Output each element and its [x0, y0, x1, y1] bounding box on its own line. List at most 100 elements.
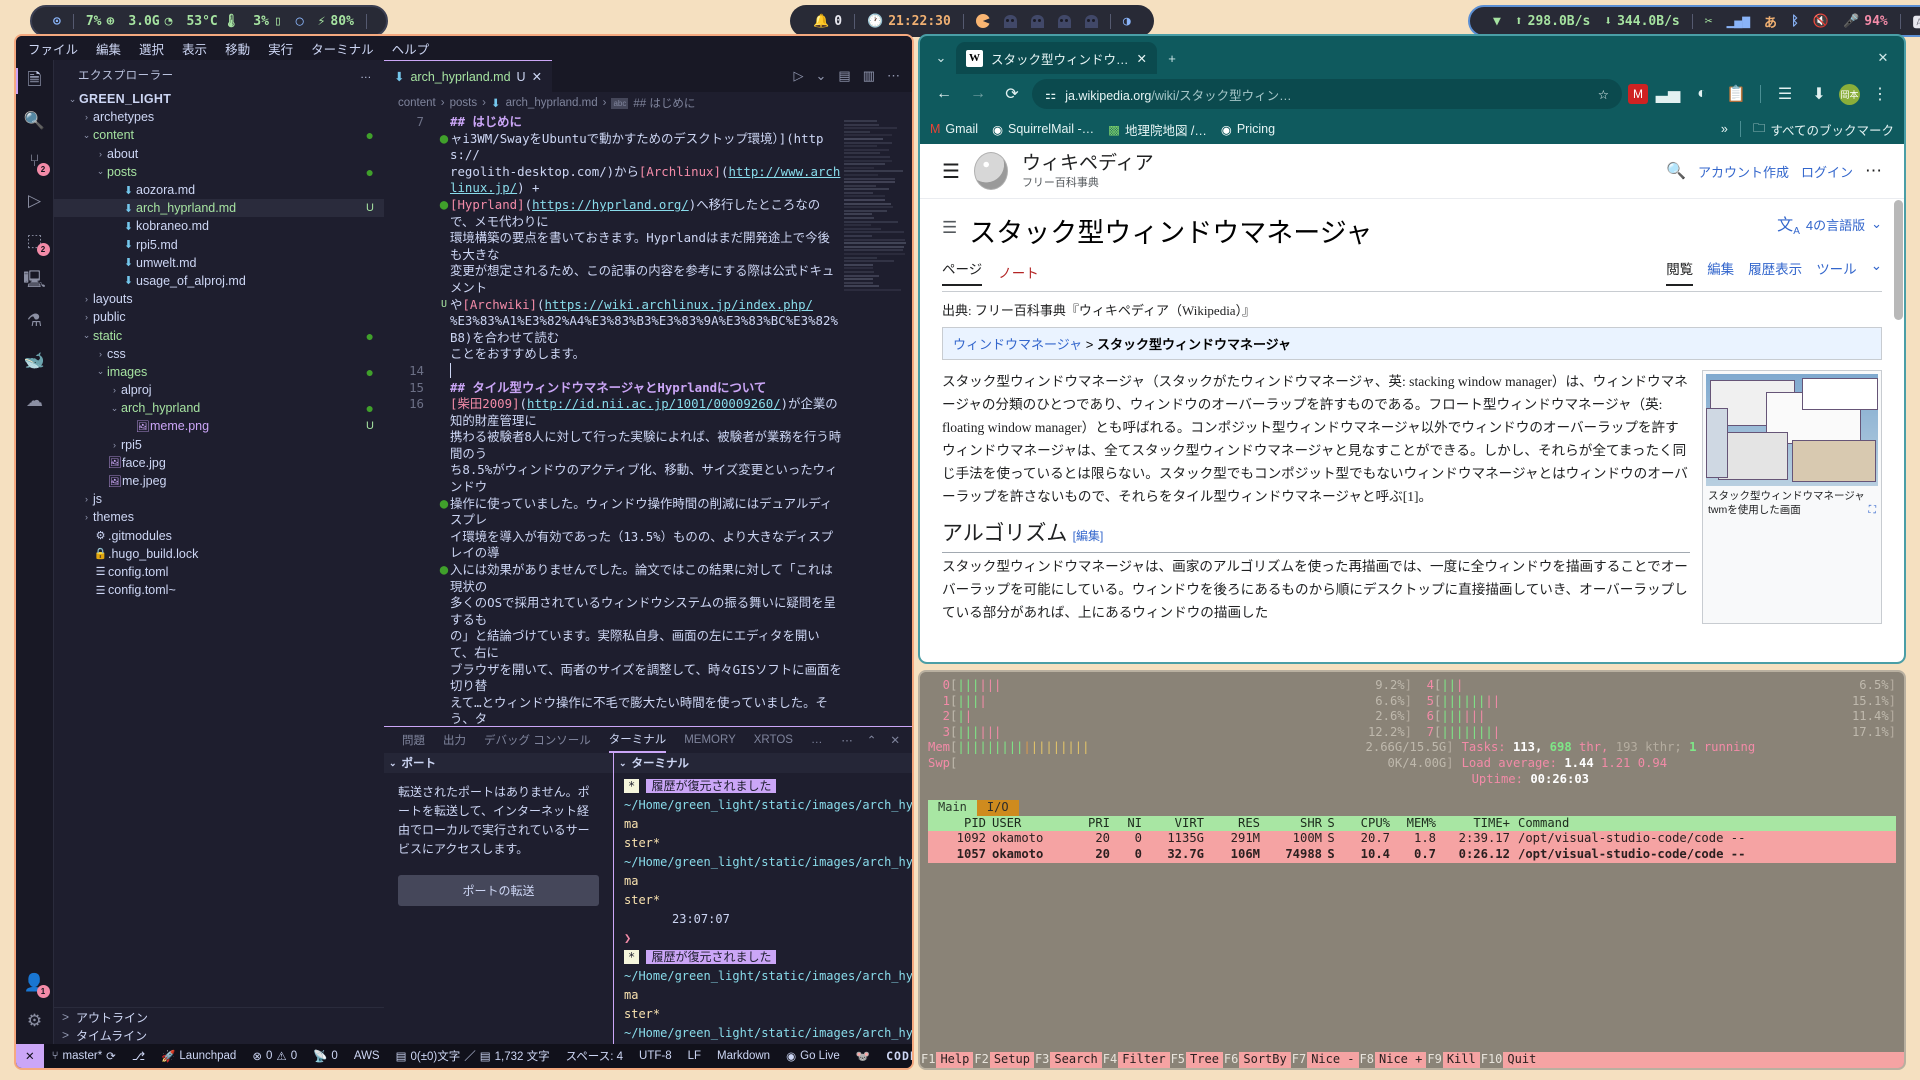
col-pri[interactable]: PRI	[1066, 816, 1110, 832]
activity-explorer[interactable]: 🗎	[22, 68, 48, 94]
htop-tab-main[interactable]: Main	[928, 800, 977, 816]
htop-window[interactable]: 0 [|||||| 9.2%] 1 [|||| 6.6%] 2 [|| 2.6%] 3 [||…	[918, 670, 1906, 1070]
tree-item-face-jpg[interactable]: 🖼 face.jpg	[54, 454, 384, 472]
fkey-nice -[interactable]: F7 Nice -	[1291, 1052, 1359, 1068]
section-edit-link[interactable]: [編集]	[1073, 529, 1104, 543]
file-tree[interactable]: ⌄ GREEN_LIGHT › archetypes ⌄ content ● › about ⌄ p…	[54, 90, 384, 1007]
browser-menu-icon[interactable]: ⋮	[1866, 80, 1894, 108]
panel-tab-xrtos[interactable]: XRTOS	[754, 734, 793, 746]
editor-line[interactable]: 変更が想定されるため、この記事の内容を参考にする際は公式ドキュメント	[384, 263, 912, 296]
tree-item-static[interactable]: ⌄ static ●	[54, 326, 384, 344]
browser-tab-bar[interactable]: ⌄ W スタック型ウィンドウ… ✕ + ✕	[920, 36, 1904, 74]
breadcrumb-file[interactable]: arch_hyprland.md	[506, 97, 598, 109]
editor-line[interactable]: ブラウザを開いて、両者のサイズを調整して、時々GISソフトに画面を切り替	[384, 662, 912, 695]
status-radio[interactable]: 📡 0	[305, 1049, 346, 1063]
menu-terminal[interactable]: ターミナル	[311, 39, 374, 58]
tab-talk[interactable]: ノート	[998, 262, 1039, 282]
fkey-sortby[interactable]: F6 SortBy	[1223, 1052, 1291, 1068]
terminal-output[interactable]: * 履歴が復元されました ~/Home/green_light/static/im…	[614, 773, 912, 1044]
fkey-setup[interactable]: F2 Setup	[973, 1052, 1034, 1068]
activity-search[interactable]: 🔍	[22, 108, 48, 134]
bluetooth-icon[interactable]: ᛒ	[1784, 14, 1806, 29]
breadcrumb-parent-link[interactable]: ウィンドウマネージャ	[953, 337, 1082, 352]
run-icon[interactable]: ▷	[794, 68, 804, 84]
status-screencast-icon[interactable]: 🐭	[848, 1049, 878, 1063]
user-menu-icon[interactable]: ⋯	[1865, 161, 1882, 181]
menu-go[interactable]: 移動	[225, 39, 250, 58]
network-up[interactable]: ⬇ 344.0B/s	[1597, 14, 1686, 29]
activity-settings[interactable]: ⚙	[22, 1008, 48, 1034]
git-graph-icon[interactable]: ⎇	[124, 1049, 153, 1063]
workspace-2[interactable]	[997, 15, 1024, 28]
forward-button[interactable]: →	[964, 80, 992, 108]
split-layout-icon[interactable]: ◑	[1116, 14, 1138, 29]
system-stats-pill[interactable]: ⊙ 7% ⊕ 3.0G ◔ 53°C 🌡 3% ▯ ◯ ⚡ 80%	[30, 5, 388, 37]
terminal-section-header[interactable]: ⌄ ターミナル	[614, 753, 912, 773]
panel-tab-more[interactable]: …	[811, 734, 823, 746]
window-close-button[interactable]: ✕	[1870, 42, 1896, 74]
panel-tab-debug-console[interactable]: デバッグ コンソール	[484, 732, 591, 748]
create-account-link[interactable]: アカウント作成	[1698, 162, 1789, 181]
panel-close-icon[interactable]: ✕	[890, 733, 900, 747]
editor-minimap[interactable]	[844, 120, 906, 270]
ram-stat[interactable]: 3.0G ◔	[121, 14, 179, 29]
tree-item-arch-hyprland[interactable]: ⌄ arch_hyprland ●	[54, 399, 384, 417]
disk-stat[interactable]: 3% ▯	[246, 14, 288, 29]
center-pill[interactable]: 🔔 0 🕐 21:22:30 ◑	[790, 5, 1154, 37]
fkey-quit[interactable]: F10 Quit	[1480, 1052, 1541, 1068]
process-row[interactable]: 1057 okamoto 20 0 32.7G 106M 74988 S 10.4 0.7 0:26…	[928, 847, 1896, 863]
htop-tab-io[interactable]: I/O	[977, 800, 1019, 816]
browser-navigation-bar[interactable]: ← → ⟳ ⚏ ja.wikipedia.org/wiki/スタック型ウィン… …	[920, 74, 1904, 114]
code-editor[interactable]: 7 ## はじめに ● ャi3WM/SwayをUbuntuで動かすためのデスクトップ環…	[384, 114, 912, 726]
expand-icon[interactable]: ⛶	[1869, 503, 1876, 517]
status-branch[interactable]: ⑂ master* ⟳	[44, 1049, 124, 1063]
editor-line[interactable]: の」と結論づけています。実際私自身、画面の左にエディタを開いて、右に	[384, 628, 912, 661]
tree-item--gitmodules[interactable]: ⚙ .gitmodules	[54, 527, 384, 545]
chevron-icon[interactable]: ⌄	[80, 130, 93, 141]
editor-line[interactable]: 16 [柴田2009](http://id.nii.ac.jp/1001/0000…	[384, 396, 912, 429]
tree-item-arch-hyprland-md[interactable]: ⬇ arch_hyprland.md U	[54, 199, 384, 217]
menu-edit[interactable]: 編集	[96, 39, 121, 58]
tree-item-green-light[interactable]: ⌄ GREEN_LIGHT	[54, 90, 384, 108]
hamburger-icon[interactable]: ☰	[942, 159, 960, 184]
temp-stat[interactable]: 53°C 🌡	[179, 14, 246, 29]
bottom-panel[interactable]: 問題 出力 デバッグ コンソール ターミナル MEMORY XRTOS … ⋯ …	[384, 726, 912, 1044]
tree-item-meme-png[interactable]: 🖼 meme.png U	[54, 417, 384, 435]
tab-search-icon[interactable]: ⌄	[928, 42, 954, 74]
terminal-view[interactable]: ⌄ ターミナル * 履歴が復元されました ~/Home/green_light/st…	[614, 753, 912, 1044]
ime-icon[interactable]: あ	[1757, 12, 1784, 31]
editor-line[interactable]: regolith-desktop.com/)から[Archlinux](http…	[384, 164, 912, 197]
editor-line[interactable]: 7 ## はじめに	[384, 114, 912, 131]
col-virt[interactable]: VIRT	[1142, 816, 1204, 832]
site-info-icon[interactable]: ⚏	[1045, 87, 1056, 102]
back-button[interactable]: ←	[930, 80, 958, 108]
col-pid[interactable]: PID	[928, 816, 986, 832]
all-bookmarks-button[interactable]: 🗀 すべてのブックマーク	[1753, 119, 1894, 140]
tree-item-layouts[interactable]: › layouts	[54, 290, 384, 308]
editor-toolbar[interactable]: ▷ ⌄ ▤ ▥ ⋯	[794, 60, 913, 92]
chevron-icon[interactable]: ›	[108, 440, 121, 450]
mute-icon[interactable]: 🔇	[1806, 14, 1836, 29]
profile-avatar[interactable]: 岡本	[1839, 84, 1860, 105]
editor-line[interactable]: ● [Hyprland](https://hyprland.org/)へ移行したと…	[384, 197, 912, 230]
tab-tools[interactable]: ツール	[1816, 258, 1857, 286]
tree-item-config-toml-[interactable]: ☰ config.toml~	[54, 581, 384, 599]
fkey-tree[interactable]: F5 Tree	[1170, 1052, 1223, 1068]
fkey-help[interactable]: F1 Help	[920, 1052, 973, 1068]
download-icon[interactable]: ⬇	[1805, 80, 1833, 108]
col-res[interactable]: RES	[1204, 816, 1260, 832]
panel-tab-memory[interactable]: MEMORY	[684, 734, 736, 746]
activity-docker[interactable]: 🐋	[22, 348, 48, 374]
browser-tab[interactable]: W スタック型ウィンドウ… ✕	[956, 42, 1157, 74]
reload-button[interactable]: ⟳	[998, 80, 1026, 108]
col-command[interactable]: Command	[1510, 816, 1569, 832]
chevron-icon[interactable]: ›	[94, 149, 107, 159]
editor-line[interactable]: ち8.5%がウィンドウのアクティブ化、移動、サイズ変更といったウィンドウ	[384, 462, 912, 495]
editor-line[interactable]: 多くのOSで採用されているウィンドウシステムの振る舞いに疑問を呈するも	[384, 595, 912, 628]
workspace-4[interactable]	[1051, 15, 1078, 28]
workspace-1-active[interactable]	[969, 14, 997, 28]
chevron-icon[interactable]: ›	[80, 112, 93, 122]
chevron-down-icon[interactable]: ⌄	[816, 68, 827, 84]
tree-item-config-toml[interactable]: ☰ config.toml	[54, 563, 384, 581]
menu-file[interactable]: ファイル	[28, 39, 78, 58]
